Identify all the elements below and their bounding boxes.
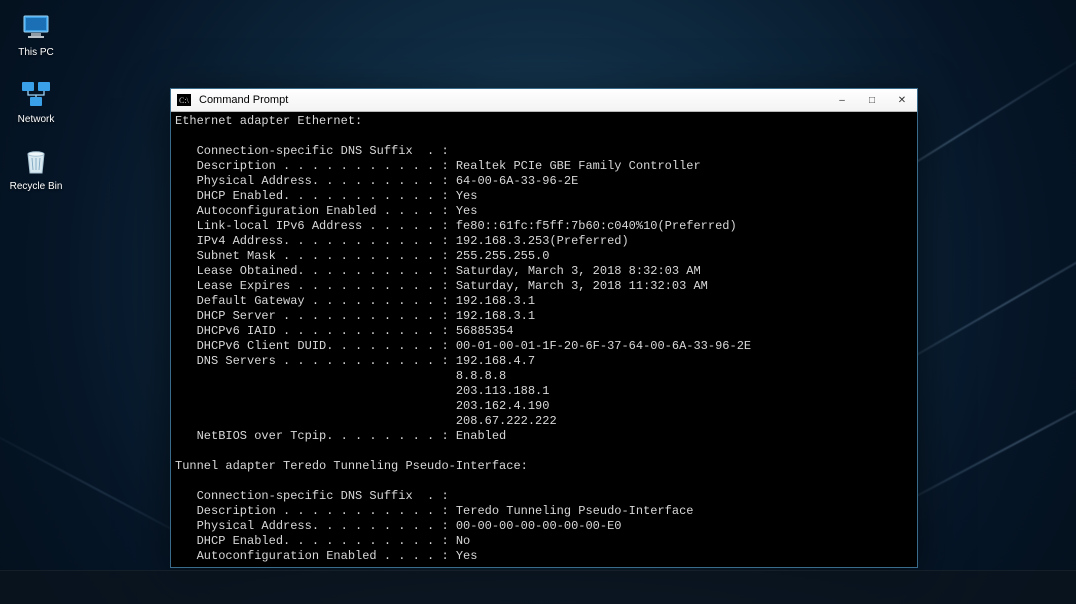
out2-dhcp-enabled: DHCP Enabled. . . . . . . . . . . : No (175, 534, 470, 548)
close-button[interactable]: ✕ (887, 89, 917, 111)
out2-description: Description . . . . . . . . . . . : Tere… (175, 504, 693, 518)
adapter-header-ethernet: Ethernet adapter Ethernet: (175, 114, 362, 128)
recycle-bin-icon (19, 144, 53, 178)
out-lease-exp: Lease Expires . . . . . . . . . . : Satu… (175, 279, 708, 293)
out-gateway: Default Gateway . . . . . . . . . : 192.… (175, 294, 535, 308)
desktop-icon-recycle-bin[interactable]: Recycle Bin (6, 144, 66, 193)
adapter-header-teredo: Tunnel adapter Teredo Tunneling Pseudo-I… (175, 459, 528, 473)
out-dns5: 208.67.222.222 (175, 414, 557, 428)
maximize-icon: □ (869, 95, 875, 106)
desktop-icon-label: Recycle Bin (6, 181, 66, 193)
out-description: Description . . . . . . . . . . . : Real… (175, 159, 701, 173)
desktop-icons: This PC Network Recycle Bin (6, 10, 66, 211)
this-pc-icon (19, 10, 53, 44)
out2-dns-suffix: Connection-specific DNS Suffix . : (175, 489, 449, 503)
desktop-icon-label: Network (6, 114, 66, 126)
out-autoconf: Autoconfiguration Enabled . . . . : Yes (175, 204, 477, 218)
titlebar[interactable]: C:\ Command Prompt – □ ✕ (171, 89, 917, 112)
command-prompt-window[interactable]: C:\ Command Prompt – □ ✕ Ethernet adapte… (170, 88, 918, 568)
terminal-area[interactable]: Ethernet adapter Ethernet: Connection-sp… (171, 112, 917, 567)
out-dhcpv6-iaid: DHCPv6 IAID . . . . . . . . . . . : 5688… (175, 324, 513, 338)
out-dhcpv6-duid: DHCPv6 Client DUID. . . . . . . . : 00-0… (175, 339, 751, 353)
desktop-icon-network[interactable]: Network (6, 77, 66, 126)
desktop-icon-label: This PC (6, 47, 66, 59)
out-phys-addr: Physical Address. . . . . . . . . : 64-0… (175, 174, 578, 188)
out-lease-obt: Lease Obtained. . . . . . . . . . : Satu… (175, 264, 701, 278)
terminal-output: Ethernet adapter Ethernet: Connection-sp… (175, 114, 913, 564)
taskbar[interactable] (0, 570, 1076, 604)
out-dns4: 203.162.4.190 (175, 399, 549, 413)
out2-phys-addr: Physical Address. . . . . . . . . : 00-0… (175, 519, 621, 533)
minimize-icon: – (839, 95, 845, 106)
network-icon (19, 77, 53, 111)
cmd-icon: C:\ (175, 93, 193, 107)
out-dns-suffix: Connection-specific DNS Suffix . : (175, 144, 449, 158)
out-dns2: 8.8.8.8 (175, 369, 506, 383)
out-dns3: 203.113.188.1 (175, 384, 549, 398)
out-dhcp-server: DHCP Server . . . . . . . . . . . : 192.… (175, 309, 535, 323)
svg-text:C:\: C:\ (179, 96, 190, 105)
out-netbios: NetBIOS over Tcpip. . . . . . . . : Enab… (175, 429, 506, 443)
out-ipv4: IPv4 Address. . . . . . . . . . . : 192.… (175, 234, 629, 248)
minimize-button[interactable]: – (827, 89, 857, 111)
out-link-local: Link-local IPv6 Address . . . . . : fe80… (175, 219, 737, 233)
out-dns1: DNS Servers . . . . . . . . . . . : 192.… (175, 354, 535, 368)
out2-autoconf: Autoconfiguration Enabled . . . . : Yes (175, 549, 477, 563)
out-dhcp-enabled: DHCP Enabled. . . . . . . . . . . : Yes (175, 189, 477, 203)
desktop-icon-this-pc[interactable]: This PC (6, 10, 66, 59)
maximize-button[interactable]: □ (857, 89, 887, 111)
window-buttons: – □ ✕ (827, 89, 917, 111)
close-icon: ✕ (898, 95, 906, 106)
window-title: Command Prompt (199, 94, 827, 106)
out-subnet: Subnet Mask . . . . . . . . . . . : 255.… (175, 249, 549, 263)
